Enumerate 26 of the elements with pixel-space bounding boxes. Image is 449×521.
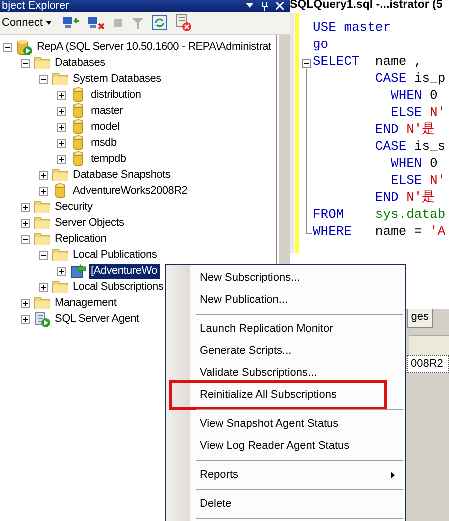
code-token: WHEN (390, 88, 422, 103)
code-token: WHERE (313, 224, 352, 239)
code-token: N'是 (406, 190, 436, 205)
code-token: SELECT (313, 54, 360, 69)
code-token: N' (429, 105, 446, 120)
code-token: name , (374, 54, 422, 69)
code-token: WHEN (390, 156, 422, 171)
code-token: ELSE (390, 105, 422, 120)
code-token: 'A (430, 224, 446, 239)
code-token: FROM (313, 207, 344, 222)
code-token: CASE (374, 139, 407, 154)
code-token: N' (429, 173, 446, 188)
code-token: 0 (429, 156, 438, 171)
code-token: go (313, 37, 329, 52)
code-token: 0 (429, 88, 438, 103)
code-token: END (374, 190, 399, 205)
code-token: N'是 (406, 122, 436, 137)
code-token: is_s (413, 139, 446, 154)
code-token: END (374, 122, 399, 137)
code-token: sys.datab (374, 207, 446, 222)
code-token: USE master (313, 20, 392, 35)
code-token: ELSE (390, 173, 422, 188)
code-token: name = (374, 224, 424, 239)
panel-title: bject Explorer (1, 0, 70, 12)
code-token: CASE (374, 71, 407, 86)
code-token: is_p (413, 71, 446, 86)
